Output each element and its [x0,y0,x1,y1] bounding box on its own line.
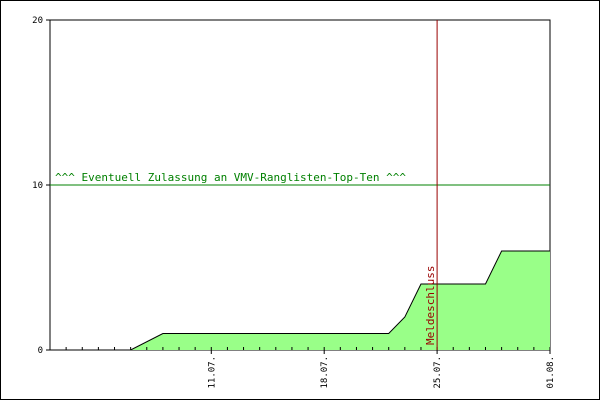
chart: ^^^ Eventuell Zulassung an VMV-Rangliste… [32,16,556,389]
y-tick-label: 0 [38,346,43,356]
reference-line-label: ^^^ Eventuell Zulassung an VMV-Rangliste… [55,171,406,184]
x-tick-label: 18.07. [320,356,330,389]
y-tick-label: 10 [32,181,43,191]
x-tick-label: 25.07. [433,356,443,389]
y-tick-label: 20 [32,16,43,26]
x-tick-label: 11.07. [207,356,217,389]
deadline-label: Meldeschluss [424,266,437,345]
series-area [98,251,551,350]
x-tick-label: 01.08. [546,356,556,389]
